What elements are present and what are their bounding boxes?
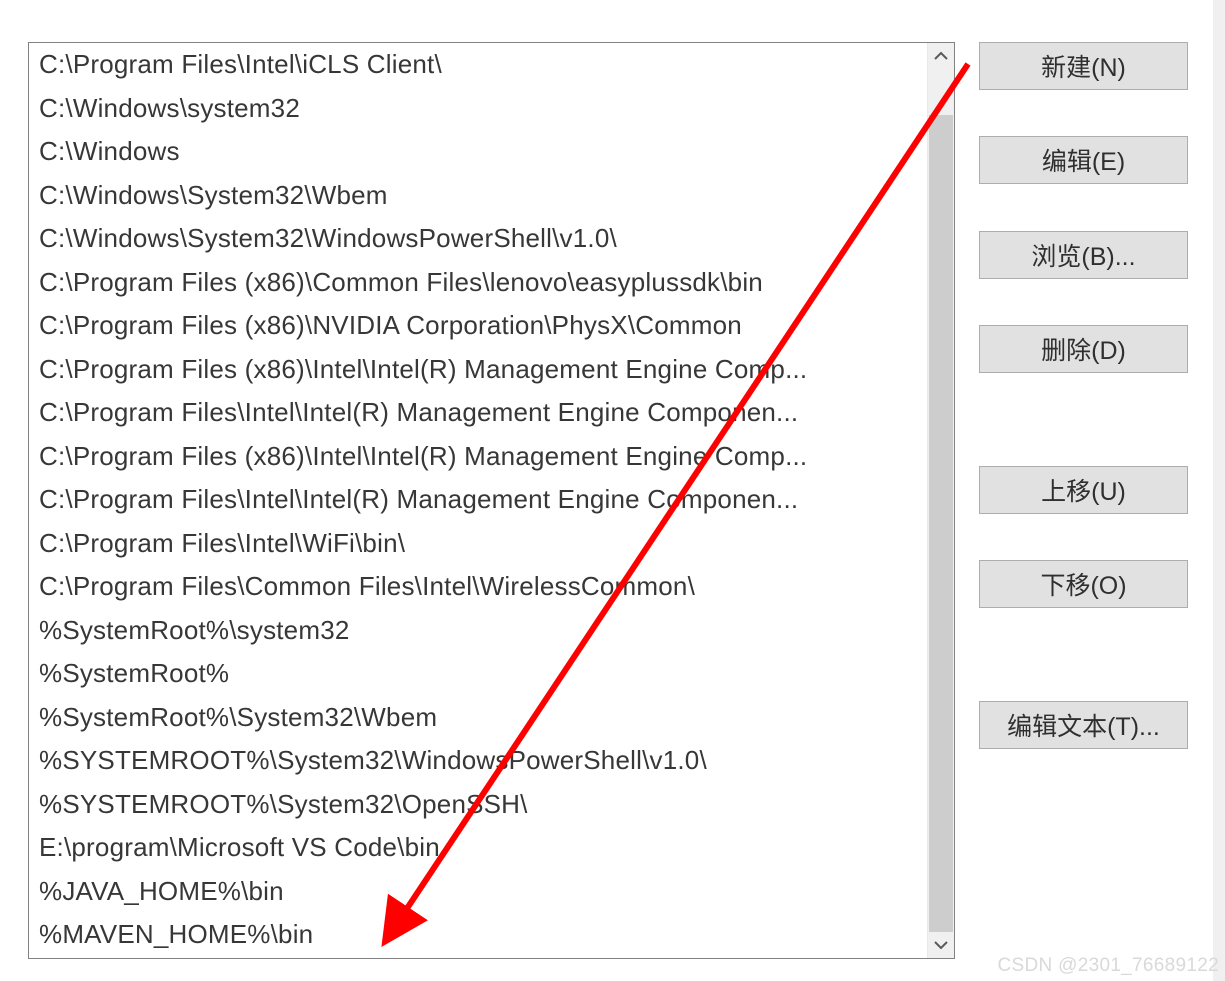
content-area: C:\Program Files\Intel\iCLS Client\C:\Wi…: [28, 42, 1193, 962]
path-item[interactable]: C:\Windows: [29, 130, 927, 174]
path-item[interactable]: C:\Program Files (x86)\NVIDIA Corporatio…: [29, 304, 927, 348]
delete-button[interactable]: 删除(D): [979, 325, 1188, 373]
path-item[interactable]: C:\Program Files (x86)\Intel\Intel(R) Ma…: [29, 435, 927, 479]
path-item[interactable]: C:\Program Files (x86)\Common Files\leno…: [29, 261, 927, 305]
vertical-scrollbar[interactable]: [927, 43, 954, 958]
move-down-button[interactable]: 下移(O): [979, 560, 1188, 608]
path-item[interactable]: C:\Windows\System32\WindowsPowerShell\v1…: [29, 217, 927, 261]
path-item[interactable]: %MAVEN_HOME%\bin: [29, 913, 927, 957]
button-column: 新建(N) 编辑(E) 浏览(B)... 删除(D) 上移(U) 下移(O) 编…: [979, 42, 1188, 749]
path-item[interactable]: C:\Program Files\Intel\Intel(R) Manageme…: [29, 478, 927, 522]
browse-button[interactable]: 浏览(B)...: [979, 231, 1188, 279]
path-item[interactable]: C:\Windows\System32\Wbem: [29, 174, 927, 218]
move-up-button[interactable]: 上移(U): [979, 466, 1188, 514]
path-item[interactable]: E:\program\Microsoft VS Code\bin: [29, 826, 927, 870]
scroll-down-button[interactable]: [928, 932, 954, 958]
chevron-up-icon: [934, 51, 948, 61]
path-list[interactable]: C:\Program Files\Intel\iCLS Client\C:\Wi…: [29, 43, 927, 958]
edit-button[interactable]: 编辑(E): [979, 136, 1188, 184]
chevron-down-icon: [934, 940, 948, 950]
path-item[interactable]: C:\Program Files\Intel\iCLS Client\: [29, 43, 927, 87]
path-item[interactable]: C:\Windows\system32: [29, 87, 927, 131]
scrollbar-thumb[interactable]: [929, 115, 953, 935]
path-item[interactable]: %SYSTEMROOT%\System32\OpenSSH\: [29, 783, 927, 827]
path-item[interactable]: C:\Program Files\Intel\Intel(R) Manageme…: [29, 391, 927, 435]
path-item[interactable]: C:\Program Files\Common Files\Intel\Wire…: [29, 565, 927, 609]
path-item[interactable]: %SystemRoot%: [29, 652, 927, 696]
edit-text-button[interactable]: 编辑文本(T)...: [979, 701, 1188, 749]
watermark-text: CSDN @2301_76689122: [998, 955, 1219, 977]
path-item[interactable]: %SYSTEMROOT%\System32\WindowsPowerShell\…: [29, 739, 927, 783]
path-item[interactable]: %SystemRoot%\system32: [29, 609, 927, 653]
path-item[interactable]: %JAVA_HOME%\bin: [29, 870, 927, 914]
path-item[interactable]: C:\Program Files\Intel\WiFi\bin\: [29, 522, 927, 566]
path-item[interactable]: C:\Program Files (x86)\Intel\Intel(R) Ma…: [29, 348, 927, 392]
scroll-up-button[interactable]: [928, 43, 954, 69]
path-list-container: C:\Program Files\Intel\iCLS Client\C:\Wi…: [28, 42, 955, 959]
env-var-edit-dialog: C:\Program Files\Intel\iCLS Client\C:\Wi…: [0, 0, 1213, 981]
path-item[interactable]: %SystemRoot%\System32\Wbem: [29, 696, 927, 740]
new-button[interactable]: 新建(N): [979, 42, 1188, 90]
